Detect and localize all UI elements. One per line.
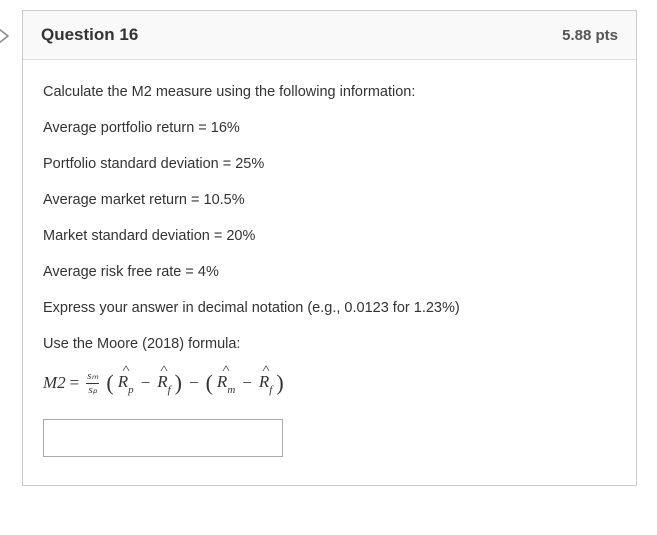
formula-fraction: sₘ sₚ xyxy=(85,371,100,396)
given-market-return: Average market return = 10.5% xyxy=(43,190,616,211)
formula-equals: = xyxy=(70,371,80,396)
lparen-1: ( xyxy=(106,372,113,394)
instruction-formula: Use the Moore (2018) formula: xyxy=(43,334,616,355)
prompt-intro: Calculate the M2 measure using the follo… xyxy=(43,82,616,103)
question-card: Question 16 5.88 pts Calculate the M2 me… xyxy=(22,10,637,486)
minus-3: − xyxy=(242,371,252,396)
rparen-2: ) xyxy=(276,372,283,394)
minus-1: − xyxy=(141,371,151,396)
var-rm: Rm xyxy=(217,370,235,397)
question-body: Calculate the M2 measure using the follo… xyxy=(23,60,636,485)
minus-2: − xyxy=(189,371,199,396)
answer-input[interactable] xyxy=(43,419,283,457)
var-rf-2: Rf xyxy=(259,370,272,397)
rparen-1: ) xyxy=(175,372,182,394)
question-title: Question 16 xyxy=(41,25,138,45)
lparen-2: ( xyxy=(206,372,213,394)
question-header: Question 16 5.88 pts xyxy=(23,11,636,60)
var-rp: Rp xyxy=(118,370,134,397)
formula-lhs: M2 xyxy=(43,371,66,396)
fraction-numerator: sₘ xyxy=(85,371,100,383)
formula-display: M2 = sₘ sₚ ( Rp − Rf ) − ( Rm − Rf ) xyxy=(43,370,616,397)
given-portfolio-sd: Portfolio standard deviation = 25% xyxy=(43,154,616,175)
given-portfolio-return: Average portfolio return = 16% xyxy=(43,118,616,139)
given-market-sd: Market standard deviation = 20% xyxy=(43,226,616,247)
question-points: 5.88 pts xyxy=(562,27,618,44)
instruction-express: Express your answer in decimal notation … xyxy=(43,298,616,319)
fraction-denominator: sₚ xyxy=(86,383,99,396)
given-risk-free: Average risk free rate = 4% xyxy=(43,262,616,283)
var-rf-1: Rf xyxy=(157,370,170,397)
question-marker-icon xyxy=(0,28,10,44)
